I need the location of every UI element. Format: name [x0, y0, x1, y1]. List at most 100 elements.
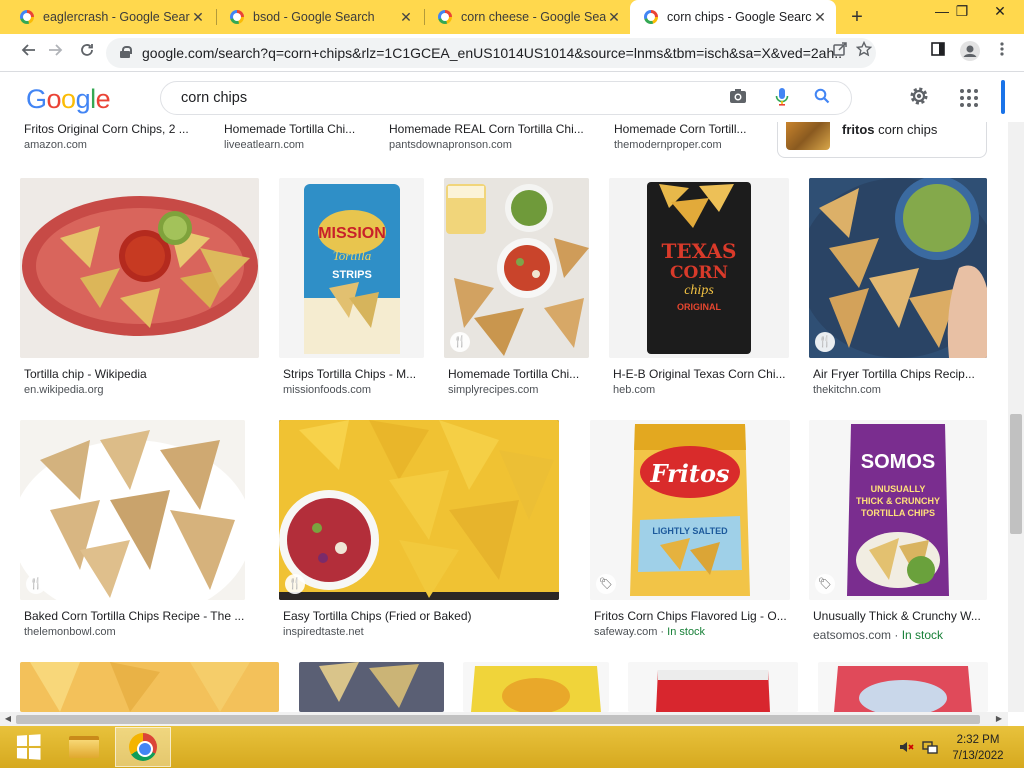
- result-image[interactable]: 🍴: [20, 420, 245, 600]
- result-image[interactable]: [20, 178, 259, 358]
- bookmark-star-icon[interactable]: [852, 40, 876, 65]
- tab-bsod[interactable]: bsod - Google Search ✕: [216, 0, 422, 34]
- forward-button[interactable]: [44, 42, 66, 64]
- tortilla-plate-image: [20, 178, 259, 358]
- result-image[interactable]: MISSION Tortilla STRIPS: [279, 178, 424, 358]
- reload-button[interactable]: [76, 42, 98, 64]
- result-card[interactable]: Homemade Corn Tortill... themodernproper…: [610, 122, 760, 162]
- result-image[interactable]: [818, 662, 988, 712]
- start-button[interactable]: [0, 727, 56, 767]
- result-card[interactable]: [463, 662, 609, 712]
- recipe-badge-icon: 🍴: [450, 332, 470, 352]
- result-card[interactable]: [818, 662, 988, 712]
- result-title[interactable]: Homemade Tortilla Chi...: [224, 122, 370, 136]
- tab-corn-chips[interactable]: corn chips - Google Search ✕: [630, 0, 836, 34]
- google-logo[interactable]: Google: [26, 84, 111, 115]
- back-button[interactable]: [18, 42, 40, 64]
- tab-close-icon[interactable]: ✕: [812, 9, 828, 25]
- browser-menu-icon[interactable]: [990, 41, 1014, 65]
- google-apps-icon[interactable]: [958, 87, 980, 109]
- logo-letter: e: [95, 84, 111, 114]
- result-image[interactable]: 🍴: [809, 178, 987, 358]
- result-card[interactable]: Tortilla chip - Wikipedia en.wikipedia.o…: [20, 178, 260, 398]
- vertical-scroll-thumb[interactable]: [1010, 414, 1022, 534]
- result-title[interactable]: Baked Corn Tortilla Chips Recipe - The .…: [24, 609, 252, 623]
- side-panel-icon[interactable]: [926, 41, 950, 65]
- horizontal-scroll-thumb[interactable]: [16, 715, 980, 724]
- volume-muted-icon[interactable]: [898, 739, 914, 758]
- camera-search-icon[interactable]: [727, 88, 749, 110]
- result-card[interactable]: 🍴 Easy Tortilla Chips (Fried or Baked) i…: [279, 420, 569, 642]
- result-card[interactable]: 🍴 Homemade Tortilla Chi... simplyrecipes…: [444, 178, 590, 398]
- scroll-left-arrow-icon[interactable]: ◀: [1, 712, 15, 726]
- result-image[interactable]: 🍴: [444, 178, 589, 358]
- restore-button[interactable]: ❐: [946, 0, 978, 24]
- settings-gear-icon[interactable]: [906, 85, 932, 111]
- result-title[interactable]: Tortilla chip - Wikipedia: [24, 367, 254, 381]
- address-bar[interactable]: google.com/search?q=corn+chips&rlz=1C1GC…: [106, 38, 876, 68]
- result-title[interactable]: Homemade REAL Corn Tortilla Chi...: [389, 122, 595, 136]
- related-search-chip[interactable]: fritos corn chips: [777, 122, 987, 158]
- air-fryer-chips-image: [809, 178, 987, 358]
- shopping-tag-icon: 🏷: [596, 574, 616, 594]
- result-card[interactable]: MISSION Tortilla STRIPS Strips Tortilla …: [279, 178, 425, 398]
- search-submit-icon[interactable]: [811, 88, 833, 110]
- share-icon[interactable]: [828, 41, 852, 65]
- tab-close-icon[interactable]: ✕: [190, 9, 206, 25]
- search-input[interactable]: corn chips: [181, 90, 247, 106]
- url-text[interactable]: google.com/search?q=corn+chips&rlz=1C1GC…: [142, 45, 842, 61]
- close-window-button[interactable]: ✕: [984, 0, 1016, 24]
- result-image[interactable]: [463, 662, 609, 712]
- voice-search-icon[interactable]: [771, 88, 793, 110]
- result-card[interactable]: TEXAS CORN chips ORIGINAL H-E-B Original…: [609, 178, 790, 398]
- result-card[interactable]: [628, 662, 798, 712]
- chrome-taskbar-button[interactable]: [115, 727, 171, 767]
- sign-in-accent-bar[interactable]: [1001, 80, 1005, 114]
- result-card[interactable]: [20, 662, 279, 712]
- result-title[interactable]: Strips Tortilla Chips - M...: [283, 367, 423, 381]
- somos-tortilla-chips-image: SOMOS UNUSUALLY THICK & CRUNCHY TORTILLA…: [809, 420, 987, 600]
- result-title[interactable]: Unusually Thick & Crunchy W...: [813, 609, 987, 623]
- result-image[interactable]: SOMOS UNUSUALLY THICK & CRUNCHY TORTILLA…: [809, 420, 987, 600]
- clock-date: 7/13/2022: [952, 750, 1004, 762]
- result-image[interactable]: [20, 662, 279, 712]
- result-card[interactable]: 🍴 Air Fryer Tortilla Chips Recip... thek…: [809, 178, 987, 398]
- tab-title: corn chips - Google Search: [667, 10, 812, 24]
- system-clock[interactable]: 2:32 PM 7/13/2022: [946, 732, 1010, 764]
- result-title[interactable]: Homemade Corn Tortill...: [614, 122, 760, 136]
- scroll-right-arrow-icon[interactable]: ▶: [992, 712, 1006, 726]
- google-search-box[interactable]: corn chips: [160, 81, 852, 115]
- tab-eaglercrash[interactable]: eaglercrash - Google Search ✕: [6, 0, 214, 34]
- result-source: amazon.com: [24, 139, 87, 151]
- result-card[interactable]: Fritos LIGHTLY SALTED 🏷 Fritos Corn Chip…: [590, 420, 790, 642]
- result-title[interactable]: Air Fryer Tortilla Chips Recip...: [813, 367, 985, 381]
- homemade-chips-salsa-image: [444, 178, 589, 358]
- result-card[interactable]: SOMOS UNUSUALLY THICK & CRUNCHY TORTILLA…: [809, 420, 989, 642]
- google-favicon-icon: [20, 10, 34, 24]
- result-image[interactable]: TEXAS CORN chips ORIGINAL: [609, 178, 789, 358]
- result-image[interactable]: [299, 662, 444, 712]
- result-image[interactable]: [628, 662, 798, 712]
- network-icon[interactable]: [922, 739, 938, 758]
- result-card[interactable]: Homemade Tortilla Chi... liveeatlearn.co…: [220, 122, 370, 162]
- tab-close-icon[interactable]: ✕: [606, 9, 622, 25]
- result-title[interactable]: Fritos Corn Chips Flavored Lig - O...: [594, 609, 790, 623]
- file-explorer-button[interactable]: [56, 727, 112, 767]
- result-card[interactable]: [299, 662, 444, 712]
- fritos-lightly-salted-image: Fritos LIGHTLY SALTED: [590, 420, 790, 600]
- result-title[interactable]: Easy Tortilla Chips (Fried or Baked): [283, 609, 563, 623]
- result-title[interactable]: Homemade Tortilla Chi...: [448, 367, 588, 381]
- result-image[interactable]: 🍴: [279, 420, 559, 600]
- lock-icon[interactable]: [120, 46, 132, 58]
- result-card[interactable]: 🍴 Baked Corn Tortilla Chips Recipe - The…: [20, 420, 255, 642]
- result-title[interactable]: Fritos Original Corn Chips, 2 ...: [24, 122, 210, 136]
- tab-corn-cheese[interactable]: corn cheese - Google Search ✕: [424, 0, 630, 34]
- somos-line3: TORTILLA CHIPS: [861, 508, 935, 518]
- result-image[interactable]: Fritos LIGHTLY SALTED 🏷: [590, 420, 790, 600]
- result-card[interactable]: Fritos Original Corn Chips, 2 ... amazon…: [20, 122, 210, 162]
- result-card[interactable]: Homemade REAL Corn Tortilla Chi... pants…: [385, 122, 595, 162]
- profile-avatar-icon[interactable]: [958, 41, 982, 65]
- tab-close-icon[interactable]: ✕: [398, 9, 414, 25]
- new-tab-button[interactable]: +: [846, 6, 868, 28]
- result-title[interactable]: H-E-B Original Texas Corn Chi...: [613, 367, 789, 381]
